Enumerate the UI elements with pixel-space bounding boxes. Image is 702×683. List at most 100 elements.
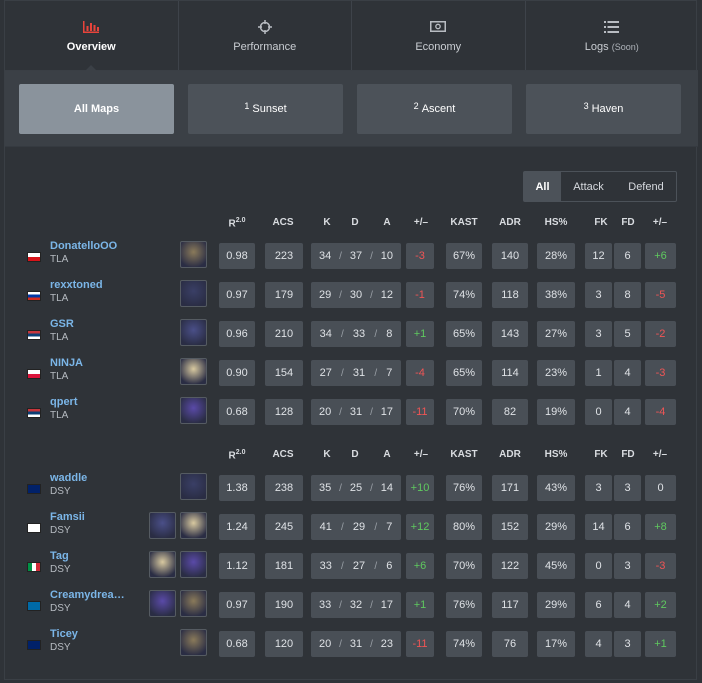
tab-label: Overview xyxy=(66,40,116,53)
map-sunset[interactable]: 1 Sunset xyxy=(188,84,343,134)
player-team: TLA xyxy=(50,371,69,382)
acs-value: 223 xyxy=(265,243,303,269)
kda-value: 34 / 37 / 10 xyxy=(311,243,401,269)
kda-value: 33 / 27 / 6 xyxy=(311,553,401,579)
header-d: D xyxy=(351,449,359,460)
deaths-value: 31 xyxy=(349,406,363,418)
uk-flag-icon xyxy=(27,484,41,494)
kda-value: 20 / 31 / 17 xyxy=(311,399,401,425)
map-label: Ascent xyxy=(421,103,456,115)
player-name[interactable]: Ticey xyxy=(50,628,78,640)
player-row: waddle DSY 1.38 238 35/25/14 +10 76% 171 43% 3 3 0 xyxy=(5,468,698,507)
map-haven[interactable]: 3 Haven xyxy=(526,84,681,134)
agent-portrait-icon xyxy=(149,551,176,578)
kills-value: 34 xyxy=(319,328,332,340)
player-name[interactable]: Famsii xyxy=(50,511,85,523)
fk-value: 14 xyxy=(585,514,612,540)
filter-attack[interactable]: Attack xyxy=(561,172,616,201)
kills-value: 20 xyxy=(318,406,332,418)
tab-label: Performance xyxy=(233,40,297,53)
header-a: A xyxy=(383,449,391,460)
fd-value: 3 xyxy=(614,475,641,501)
adr-value: 82 xyxy=(492,399,528,425)
map-number: 2 xyxy=(413,101,419,111)
assists-value: 7 xyxy=(386,367,393,379)
kda-separator: / xyxy=(339,638,342,650)
fk-diff-value: 0 xyxy=(645,475,676,501)
adr-value: 76 xyxy=(492,631,528,657)
kast-value: 65% xyxy=(446,360,482,386)
kd-diff-value: -3 xyxy=(406,243,434,269)
player-name[interactable]: qpert xyxy=(50,396,78,408)
agent-portrait-icon xyxy=(180,629,207,656)
deaths-value: 31 xyxy=(349,638,363,650)
header-r-sup: 2.0 xyxy=(235,217,246,224)
header-fk: FK xyxy=(594,217,608,228)
header-r: R2.0 xyxy=(228,449,246,462)
hs-value: 17% xyxy=(537,631,575,657)
tab-logs[interactable]: Logs (Soon) xyxy=(526,1,699,70)
kda-separator: / xyxy=(339,599,342,611)
kd-diff-value: -11 xyxy=(406,631,434,657)
assists-value: 23 xyxy=(380,638,394,650)
tab-bar: Overview Performance Economy Logs (Soon) xyxy=(5,1,698,71)
tab-label: Logs xyxy=(584,40,609,53)
player-team: TLA xyxy=(50,410,69,421)
rating-value: 0.97 xyxy=(219,592,255,618)
acs-value: 245 xyxy=(265,514,303,540)
rating-value: 0.96 xyxy=(219,321,255,347)
serbia-flag-icon xyxy=(27,408,41,418)
kills-value: 33 xyxy=(318,599,332,611)
kd-diff-value: +6 xyxy=(406,553,434,579)
deaths-value: 33 xyxy=(352,328,366,340)
kast-value: 67% xyxy=(446,243,482,269)
kda-separator: / xyxy=(374,521,378,533)
tab-overview[interactable]: Overview xyxy=(5,1,179,71)
czech-flag-icon xyxy=(27,252,41,262)
filter-defend[interactable]: Defend xyxy=(616,172,676,201)
kast-value: 65% xyxy=(446,321,482,347)
player-team: TLA xyxy=(50,293,69,304)
kda-value: 27 / 31 / 7 xyxy=(311,360,401,386)
fd-value: 3 xyxy=(614,553,641,579)
side-filter: All Attack Defend xyxy=(523,171,677,202)
deaths-value: 37 xyxy=(349,250,363,262)
player-name[interactable]: GSR xyxy=(50,318,74,330)
fk-diff-value: +1 xyxy=(645,631,676,657)
player-name[interactable]: DonatelloOO xyxy=(50,240,117,252)
player-name[interactable]: Tag xyxy=(50,550,69,562)
fk-value: 0 xyxy=(585,553,612,579)
kd-diff-value: -4 xyxy=(406,360,434,386)
deaths-value: 29 xyxy=(352,521,366,533)
fk-diff-value: -3 xyxy=(645,360,676,386)
tab-economy[interactable]: Economy xyxy=(352,1,526,70)
tab-performance[interactable]: Performance xyxy=(179,1,352,70)
agent-portrait-icon xyxy=(180,280,207,307)
kills-value: 33 xyxy=(319,560,332,572)
map-all-maps[interactable]: All Maps xyxy=(19,84,174,134)
fk-value: 12 xyxy=(585,243,612,269)
acs-value: 179 xyxy=(265,282,303,308)
player-team: DSY xyxy=(50,642,71,653)
adr-value: 117 xyxy=(492,592,528,618)
assists-value: 6 xyxy=(386,560,393,572)
crosshair-icon xyxy=(257,19,272,35)
header-adr: ADR xyxy=(499,217,521,228)
hs-value: 27% xyxy=(537,321,575,347)
finland-flag-icon xyxy=(27,523,41,533)
kda-value: 29 / 30 / 12 xyxy=(311,282,401,308)
acs-value: 120 xyxy=(265,631,303,657)
fd-value: 6 xyxy=(614,243,641,269)
filter-all[interactable]: All xyxy=(524,172,561,201)
adr-value: 122 xyxy=(492,553,528,579)
player-name[interactable]: waddle xyxy=(50,472,87,484)
kda-value: 41 / 29 / 7 xyxy=(311,514,401,540)
kast-value: 74% xyxy=(446,631,482,657)
kills-value: 35 xyxy=(318,482,332,494)
fd-value: 8 xyxy=(614,282,641,308)
map-ascent[interactable]: 2 Ascent xyxy=(357,84,512,134)
player-name[interactable]: rexxtoned xyxy=(50,279,103,291)
player-name[interactable]: NINJA xyxy=(50,357,83,369)
header-pm2: +/– xyxy=(652,449,668,460)
player-name[interactable]: Creamydrea… xyxy=(50,589,125,601)
